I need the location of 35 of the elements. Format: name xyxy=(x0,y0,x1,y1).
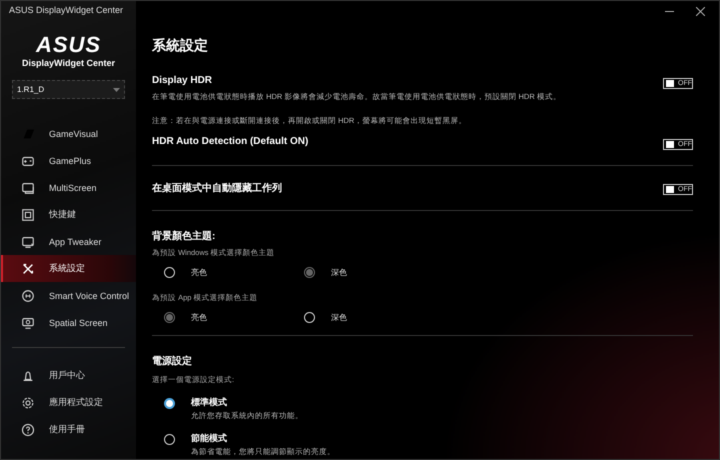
sidebar-item[interactable]: App Tweaker xyxy=(1,228,136,255)
section-title: 背景顏色主題: xyxy=(152,229,216,243)
display-dropdown[interactable]: 1.R1_D xyxy=(12,80,125,99)
option-title: 節能模式 xyxy=(191,432,227,445)
setting-title: Display HDR xyxy=(152,75,212,86)
radio-label: 亮色 xyxy=(191,267,207,278)
radio-label: 亮色 xyxy=(191,312,207,323)
app-name: DisplayWidget Center xyxy=(22,58,115,68)
sidebar-item[interactable]: Smart Voice Control xyxy=(1,282,136,309)
sidebar-item[interactable]: 快捷鍵 xyxy=(1,201,136,228)
option-title: 標準模式 xyxy=(191,396,227,409)
radio-label: 深色 xyxy=(331,312,347,323)
sidebar-item[interactable]: 使用手冊 xyxy=(1,416,136,443)
sidebar-item[interactable]: Spatial Screen xyxy=(1,309,136,336)
window-title: ASUS DisplayWidget Center xyxy=(8,4,124,17)
page-title: 系統設定 xyxy=(152,37,208,55)
radio-button[interactable] xyxy=(164,398,175,409)
bell-icon xyxy=(21,368,35,382)
caret-icon xyxy=(113,88,120,92)
close-icon[interactable] xyxy=(696,6,705,16)
sidebar-item[interactable]: 應用程式設定 xyxy=(1,389,136,416)
sidebar-item[interactable]: 系統設定 xyxy=(1,255,136,282)
sidebar-item[interactable]: MultiScreen xyxy=(1,174,136,201)
radio-label: 深色 xyxy=(331,267,347,278)
settings-icon xyxy=(21,396,35,410)
setting-title: HDR Auto Detection (Default ON) xyxy=(152,136,308,147)
section-title: 電源設定 xyxy=(152,354,192,368)
radio-button[interactable] xyxy=(304,267,315,278)
radio-button[interactable] xyxy=(164,312,175,323)
sidebar-item[interactable]: 用戶中心 xyxy=(1,362,136,389)
help-icon xyxy=(21,422,35,436)
sidebar-item[interactable]: GameVisual xyxy=(1,120,136,147)
brand-logo: ASUS xyxy=(36,35,102,55)
sidebar-item[interactable]: GamePlus xyxy=(1,147,136,174)
setting-title: 在桌面模式中自動隱藏工作列 xyxy=(152,182,282,195)
